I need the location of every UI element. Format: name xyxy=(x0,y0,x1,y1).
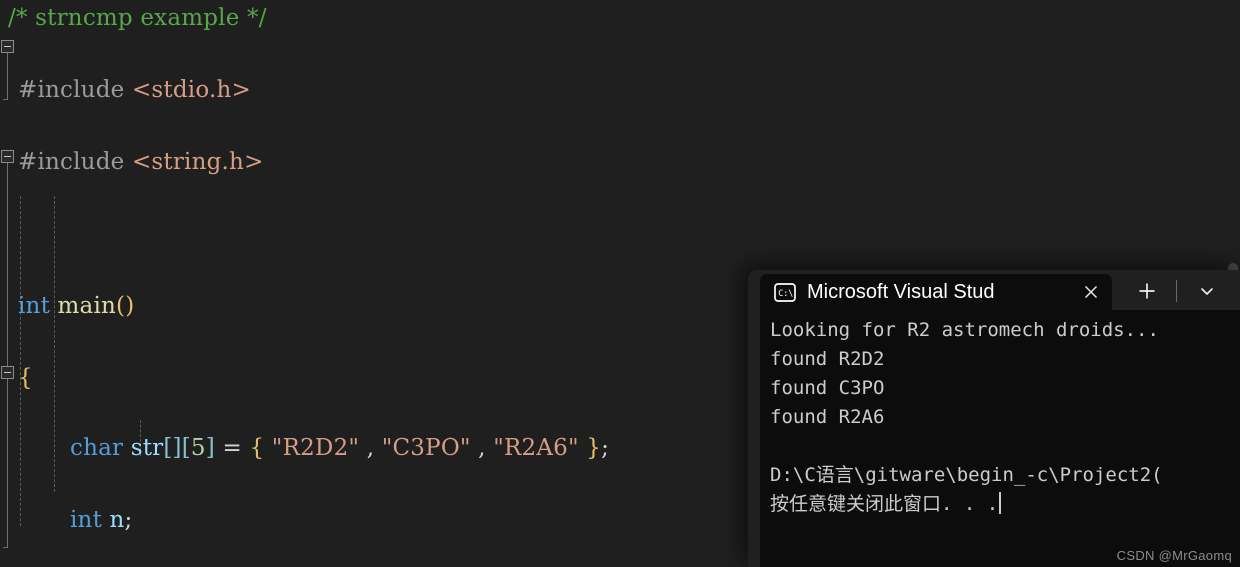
terminal-window[interactable]: C:\ Microsoft Visual Stud Looking for R2… xyxy=(748,270,1240,567)
watermark-label: CSDN @MrGaomq xyxy=(1116,548,1232,563)
chevron-down-icon[interactable] xyxy=(1188,274,1226,308)
terminal-tab-bar: C:\ Microsoft Visual Stud xyxy=(748,270,1240,310)
code-token-comment: /* strncmp example */ xyxy=(8,5,267,31)
code-line[interactable]: #include <stdio.h> xyxy=(0,72,1240,108)
console-cmd-icon: C:\ xyxy=(774,282,796,302)
terminal-line: found R2A6 xyxy=(770,406,885,428)
terminal-tab[interactable]: C:\ Microsoft Visual Stud xyxy=(760,274,1112,310)
code-line[interactable] xyxy=(0,216,1240,252)
terminal-prompt-text: 按任意键关闭此窗口. . . xyxy=(770,493,999,515)
terminal-line: Looking for R2 astromech droids... xyxy=(770,319,1159,341)
screen: /* strncmp example */ #include <stdio.h>… xyxy=(0,0,1240,567)
terminal-line: found C3PO xyxy=(770,377,885,399)
terminal-tab-title: Microsoft Visual Stud xyxy=(807,280,995,303)
terminal-line: found R2D2 xyxy=(770,348,885,370)
tab-bar-separator xyxy=(1176,280,1177,302)
terminal-output[interactable]: Looking for R2 astromech droids... found… xyxy=(760,310,1240,567)
close-icon[interactable] xyxy=(1074,275,1108,309)
code-line[interactable]: #include <string.h> xyxy=(0,144,1240,180)
svg-text:C:\: C:\ xyxy=(778,288,793,298)
new-tab-button[interactable] xyxy=(1128,274,1166,308)
terminal-line-path: D:\C语言\gitware\begin_-c\Project2( xyxy=(770,464,1163,486)
terminal-line-prompt: 按任意键关闭此窗口. . . xyxy=(770,490,1240,519)
terminal-cursor xyxy=(999,492,1002,514)
code-line[interactable]: /* strncmp example */ xyxy=(0,0,1240,36)
